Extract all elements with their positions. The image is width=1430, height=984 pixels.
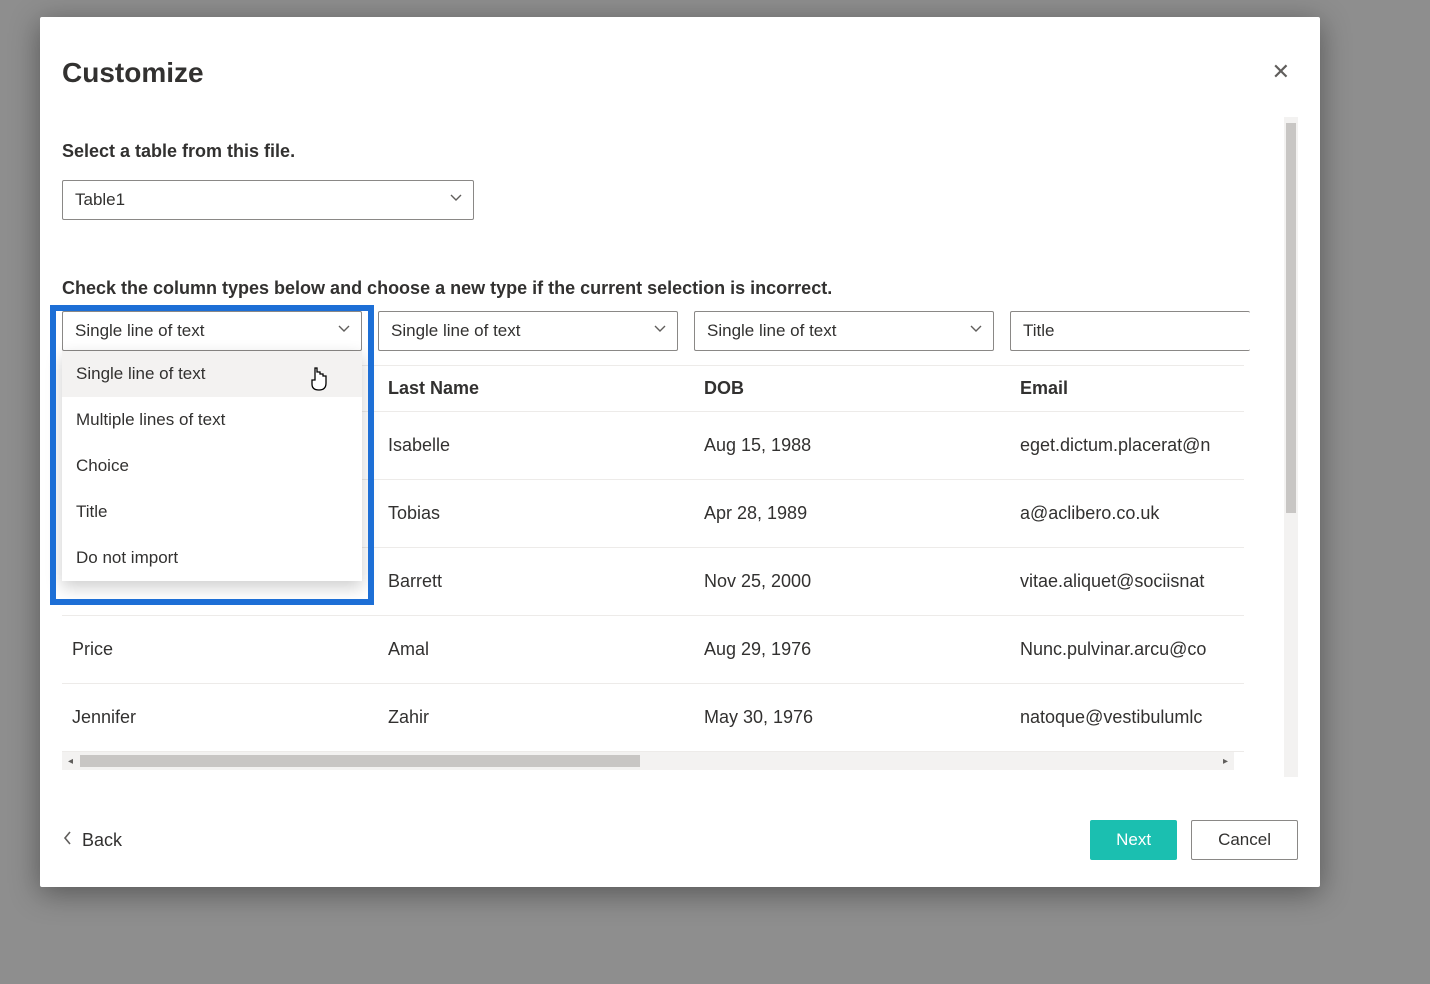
table-select[interactable]: Table1 bbox=[62, 180, 474, 220]
cell: Nov 25, 2000 bbox=[694, 571, 1010, 592]
dialog-footer: Back Next Cancel bbox=[62, 817, 1298, 863]
cell: vitae.aliquet@sociisnat bbox=[1010, 571, 1244, 592]
column-header: Last Name bbox=[378, 378, 694, 399]
cancel-button[interactable]: Cancel bbox=[1191, 820, 1298, 860]
dropdown-option-title[interactable]: Title bbox=[62, 489, 362, 535]
column-type-select-1[interactable]: Single line of text bbox=[62, 311, 362, 351]
scrollbar-thumb[interactable] bbox=[80, 755, 640, 767]
chevron-down-icon bbox=[337, 321, 351, 341]
cell: Aug 15, 1988 bbox=[694, 435, 1010, 456]
back-label: Back bbox=[82, 830, 122, 851]
dropdown-option-do-not-import[interactable]: Do not import bbox=[62, 535, 362, 581]
chevron-down-icon bbox=[653, 321, 667, 341]
next-button[interactable]: Next bbox=[1090, 820, 1177, 860]
column-type-row: Single line of text Single line of text … bbox=[62, 311, 1282, 351]
cell: a@aclibero.co.uk bbox=[1010, 503, 1244, 524]
column-type-value: Single line of text bbox=[707, 321, 836, 341]
chevron-down-icon bbox=[969, 321, 983, 341]
column-type-value: Title bbox=[1023, 321, 1055, 341]
close-icon[interactable]: ✕ bbox=[1264, 55, 1298, 89]
chevron-left-icon bbox=[62, 830, 74, 851]
column-type-select-3[interactable]: Single line of text bbox=[694, 311, 994, 351]
cell: eget.dictum.placerat@n bbox=[1010, 435, 1244, 456]
cell: Tobias bbox=[378, 503, 694, 524]
cell: Aug 29, 1976 bbox=[694, 639, 1010, 660]
scrollbar-thumb[interactable] bbox=[1286, 123, 1296, 513]
customize-dialog: Customize ✕ Select a table from this fil… bbox=[40, 17, 1320, 887]
cell: Isabelle bbox=[378, 435, 694, 456]
cell: Jennifer bbox=[62, 707, 378, 728]
next-label: Next bbox=[1116, 830, 1151, 850]
dropdown-option-multiple-lines[interactable]: Multiple lines of text bbox=[62, 397, 362, 443]
dropdown-option-single-line[interactable]: Single line of text bbox=[62, 351, 362, 397]
horizontal-scrollbar[interactable] bbox=[62, 752, 1234, 770]
column-type-instruction: Check the column types below and choose … bbox=[62, 278, 1298, 299]
cell: natoque@vestibulumlc bbox=[1010, 707, 1244, 728]
column-type-select-4[interactable]: Title bbox=[1010, 311, 1250, 351]
vertical-scrollbar[interactable] bbox=[1284, 117, 1298, 777]
dialog-title: Customize bbox=[62, 57, 204, 89]
back-button[interactable]: Back bbox=[62, 830, 122, 851]
cell: Zahir bbox=[378, 707, 694, 728]
cell: Price bbox=[62, 639, 378, 660]
table-select-value: Table1 bbox=[75, 190, 125, 210]
table-picker-label: Select a table from this file. bbox=[62, 141, 1298, 162]
column-type-dropdown: Single line of text Multiple lines of te… bbox=[62, 351, 362, 581]
column-type-select-2[interactable]: Single line of text bbox=[378, 311, 678, 351]
table-row: Price Amal Aug 29, 1976 Nunc.pulvinar.ar… bbox=[62, 616, 1244, 684]
cell: May 30, 1976 bbox=[694, 707, 1010, 728]
cell: Apr 28, 1989 bbox=[694, 503, 1010, 524]
cancel-label: Cancel bbox=[1218, 830, 1271, 850]
column-header: DOB bbox=[694, 378, 1010, 399]
dropdown-option-choice[interactable]: Choice bbox=[62, 443, 362, 489]
column-header: Email bbox=[1010, 378, 1244, 399]
cell: Barrett bbox=[378, 571, 694, 592]
column-type-value: Single line of text bbox=[75, 321, 204, 341]
cell: Amal bbox=[378, 639, 694, 660]
column-type-value: Single line of text bbox=[391, 321, 520, 341]
cell: Nunc.pulvinar.arcu@co bbox=[1010, 639, 1244, 660]
chevron-down-icon bbox=[449, 190, 463, 210]
table-row: Jennifer Zahir May 30, 1976 natoque@vest… bbox=[62, 684, 1244, 752]
